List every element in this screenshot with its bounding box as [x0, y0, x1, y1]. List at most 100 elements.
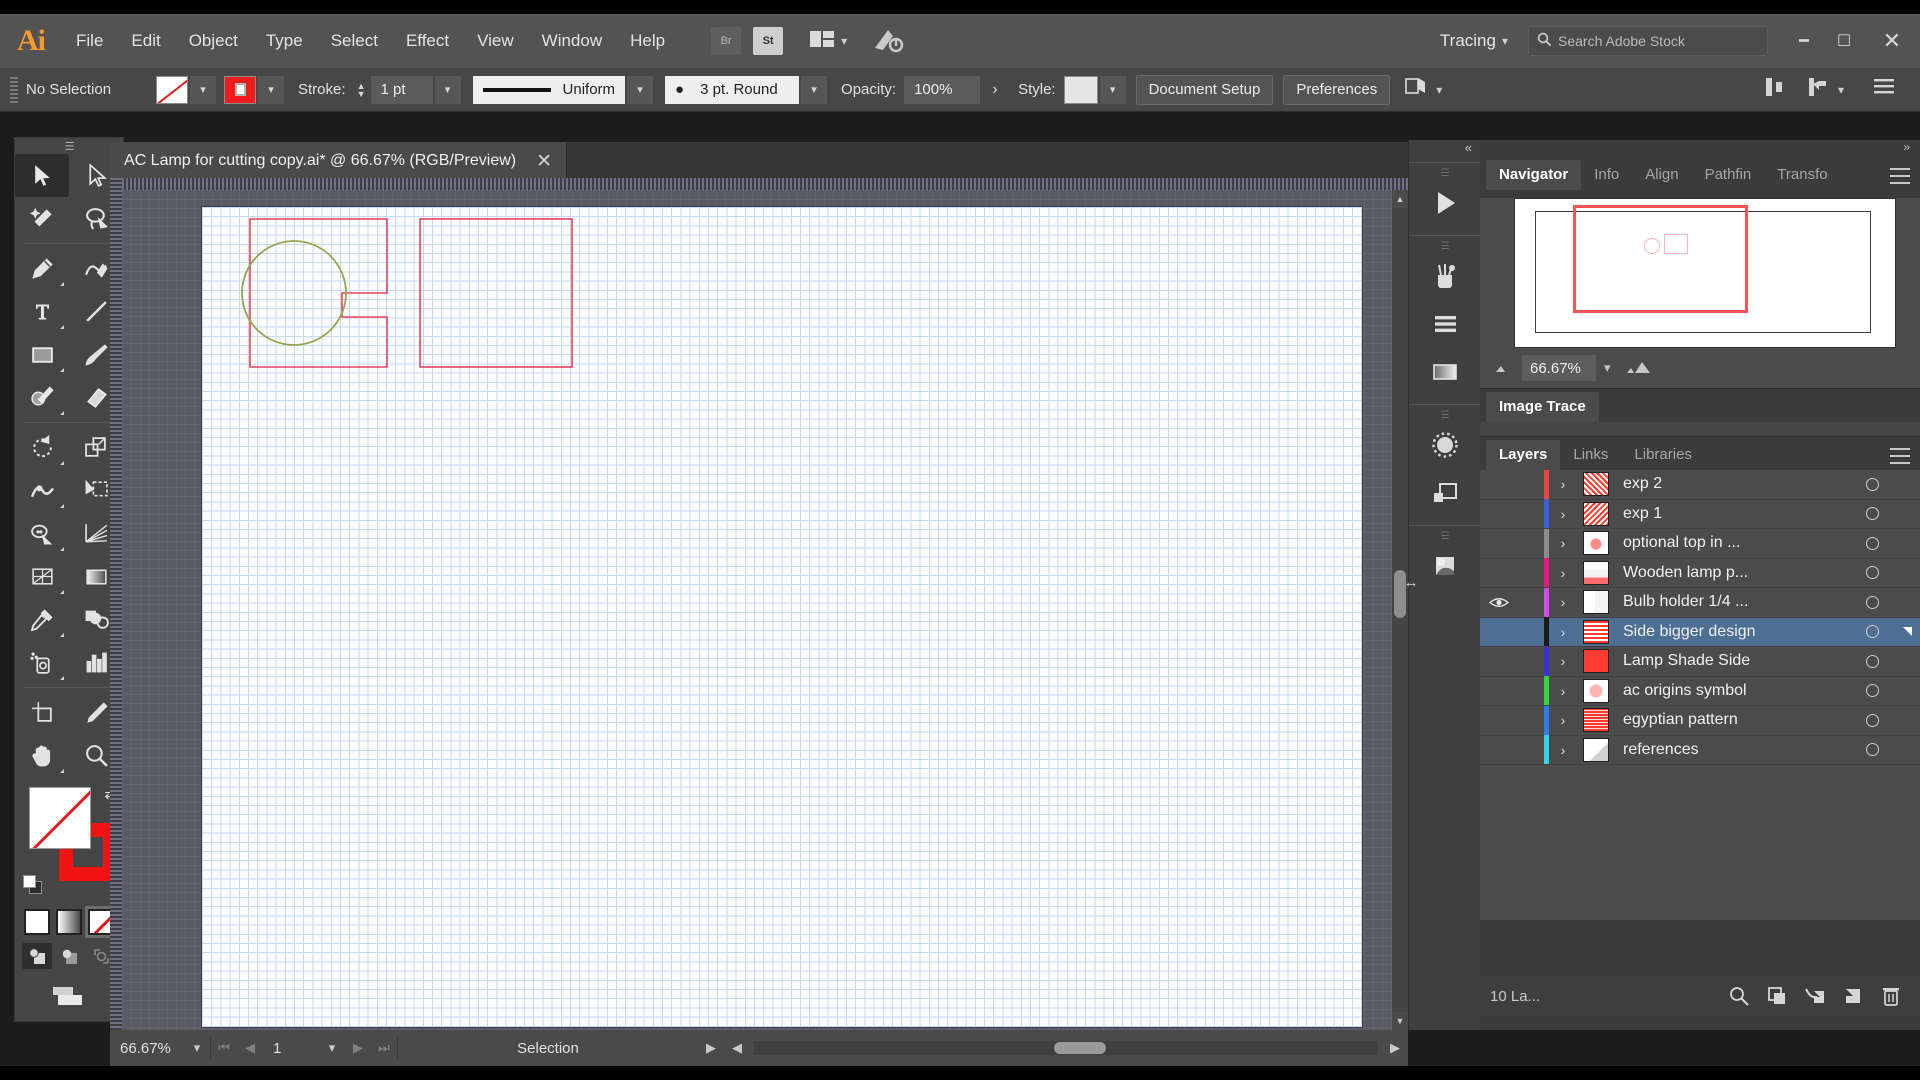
layer-name-label[interactable]: Lamp Shade Side: [1615, 652, 1850, 670]
tab-image-trace[interactable]: Image Trace: [1486, 392, 1599, 422]
tab-layers[interactable]: Layers: [1486, 440, 1561, 470]
layer-expand-chevron-icon[interactable]: ›: [1549, 594, 1577, 610]
layer-target-button[interactable]: [1850, 595, 1894, 609]
layer-expand-chevron-icon[interactable]: ›: [1549, 624, 1577, 640]
shape-builder-tool[interactable]: ••: [15, 512, 69, 555]
rail-gripper[interactable]: ☰: [1409, 167, 1480, 179]
make-clipping-mask-icon[interactable]: [1758, 976, 1796, 1016]
fill-color-box[interactable]: [29, 787, 91, 849]
layer-target-button[interactable]: [1850, 684, 1894, 698]
workspace-name[interactable]: Tracing: [1440, 31, 1502, 51]
status-menu-icon[interactable]: ▶: [698, 1040, 724, 1056]
first-artboard-button[interactable]: ⏮: [211, 1040, 237, 1056]
layer-expand-chevron-icon[interactable]: ›: [1549, 712, 1577, 728]
distribute-icon[interactable]: [1806, 75, 1832, 104]
layer-row[interactable]: › ac origins symbol: [1480, 676, 1920, 706]
stroke-weight-dropdown[interactable]: ▾: [434, 75, 461, 104]
layer-row[interactable]: › exp 2: [1480, 469, 1920, 500]
fill-swatch-dropdown[interactable]: ▾: [190, 75, 216, 104]
stroke-color-swatch[interactable]: [224, 75, 256, 104]
layer-expand-chevron-icon[interactable]: ›: [1549, 653, 1577, 669]
distribute-chevron-icon[interactable]: [1838, 83, 1844, 97]
horizontal-ruler[interactable]: [110, 178, 1408, 190]
tab-navigator[interactable]: Navigator: [1486, 160, 1582, 190]
artwork-layer[interactable]: [202, 207, 1362, 1027]
layer-name-label[interactable]: references: [1615, 741, 1850, 759]
panel-menu-icon[interactable]: [1872, 77, 1896, 102]
tab-info[interactable]: Info: [1581, 160, 1632, 190]
menu-help[interactable]: Help: [616, 14, 679, 68]
layer-row[interactable]: › exp 1: [1480, 499, 1920, 529]
gradient-fill-mode-button[interactable]: [56, 909, 82, 935]
menu-type[interactable]: Type: [252, 14, 317, 68]
zoom-level-dropdown[interactable]: ▾: [184, 1040, 210, 1056]
rotate-tool[interactable]: [15, 426, 69, 469]
panel-menu-icon[interactable]: [1890, 448, 1910, 464]
layer-target-button[interactable]: [1850, 507, 1894, 521]
layer-target-button[interactable]: [1850, 654, 1894, 668]
rail-gripper[interactable]: ☰: [1409, 530, 1480, 542]
tools-panel-gripper[interactable]: ☰: [15, 138, 123, 154]
layer-expand-chevron-icon[interactable]: ›: [1549, 506, 1577, 522]
menu-file[interactable]: File: [62, 14, 117, 68]
brushes-icon[interactable]: [1409, 252, 1480, 300]
type-tool[interactable]: T: [15, 290, 69, 333]
layer-visibility-toggle[interactable]: [1480, 596, 1518, 609]
transform-chevron-icon[interactable]: [1436, 83, 1442, 97]
close-tab-icon[interactable]: ✕: [536, 150, 552, 173]
window-minimize-button[interactable]: ━: [1784, 14, 1824, 68]
tab-pathfinder[interactable]: Pathfin: [1692, 160, 1765, 190]
tab-links[interactable]: Links: [1560, 440, 1621, 470]
menu-effect[interactable]: Effect: [392, 14, 463, 68]
layer-name-label[interactable]: ac origins symbol: [1615, 682, 1850, 700]
layer-name-label[interactable]: optional top in ...: [1615, 534, 1850, 552]
control-bar-gripper[interactable]: [10, 76, 18, 103]
align-icon[interactable]: [1762, 75, 1788, 104]
rectangle-tool[interactable]: [15, 333, 69, 376]
create-new-layer-icon[interactable]: [1834, 976, 1872, 1016]
window-close-button[interactable]: ✕: [1864, 14, 1920, 68]
draw-normal-button[interactable]: [22, 943, 52, 969]
opacity-options-button[interactable]: ›: [982, 76, 1008, 104]
arrange-documents-button[interactable]: [803, 26, 853, 56]
next-artboard-button[interactable]: ▶: [345, 1040, 371, 1056]
search-adobe-stock-input[interactable]: Search Adobe Stock: [1528, 26, 1768, 56]
menu-view[interactable]: View: [463, 14, 528, 68]
default-fill-stroke-icon[interactable]: [23, 875, 43, 895]
expand-panels-button[interactable]: «: [1409, 140, 1480, 162]
workspace-chevron-icon[interactable]: [1502, 34, 1512, 48]
pen-tool[interactable]: [15, 247, 69, 290]
navigator-preview[interactable]: [1514, 198, 1896, 348]
canvas-horizontal-scroll-thumb[interactable]: [1053, 1042, 1106, 1054]
transparency-icon[interactable]: [1409, 421, 1480, 469]
layer-expand-chevron-icon[interactable]: ›: [1549, 683, 1577, 699]
layer-target-button[interactable]: [1850, 713, 1894, 727]
panel-splitter-handle[interactable]: ↔: [1400, 570, 1422, 594]
stroke-swatch-dropdown[interactable]: ▾: [258, 75, 284, 104]
navigator-zoom-input[interactable]: 66.67%: [1522, 355, 1596, 381]
hscroll-right-button[interactable]: ▶: [1382, 1040, 1408, 1056]
tab-align[interactable]: Align: [1632, 160, 1691, 190]
layer-target-button[interactable]: [1850, 477, 1894, 491]
brush-definition-select[interactable]: ● 3 pt. Round: [665, 75, 800, 104]
draw-behind-button[interactable]: [54, 943, 84, 969]
layer-row[interactable]: › egyptian pattern: [1480, 705, 1920, 736]
delete-selection-icon[interactable]: [1872, 976, 1910, 1016]
artboard-dropdown[interactable]: ▾: [319, 1040, 345, 1056]
navigator-view-rect[interactable]: [1573, 205, 1748, 313]
opacity-input[interactable]: 100%: [904, 75, 981, 104]
document-tab[interactable]: AC Lamp for cutting copy.ai* @ 66.67% (R…: [110, 142, 568, 178]
canvas-scroll-up-button[interactable]: ▲: [1392, 190, 1408, 208]
layer-expand-chevron-icon[interactable]: ›: [1549, 565, 1577, 581]
menu-window[interactable]: Window: [528, 14, 616, 68]
mesh-tool[interactable]: [15, 555, 69, 598]
symbols-icon[interactable]: [1409, 300, 1480, 348]
canvas-area[interactable]: ▲ ▼: [110, 178, 1408, 1030]
locate-object-icon[interactable]: [1720, 976, 1758, 1016]
layer-name-label[interactable]: Wooden lamp p...: [1615, 564, 1850, 582]
zoom-level-input[interactable]: 66.67%: [110, 1030, 184, 1066]
artboard-number-input[interactable]: 1: [263, 1030, 319, 1066]
layer-row[interactable]: › Side bigger design: [1480, 617, 1920, 647]
layer-expand-chevron-icon[interactable]: ›: [1549, 742, 1577, 758]
layer-name-label[interactable]: Bulb holder 1/4 ...: [1615, 593, 1850, 611]
